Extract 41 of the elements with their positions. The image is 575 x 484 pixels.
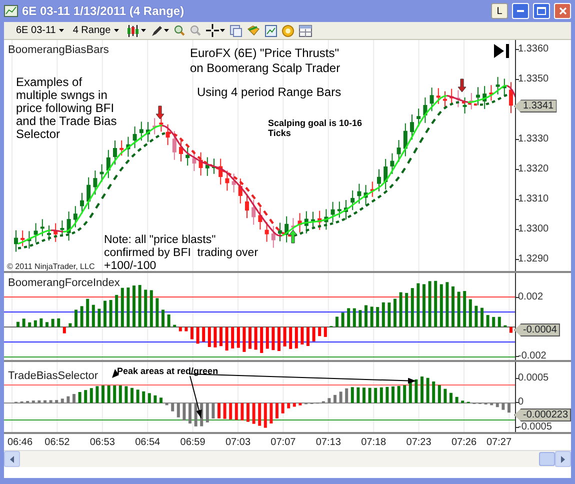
annotation-text: Examples of multiple swngs in price following BFI and the Trade Bias Selector xyxy=(16,76,118,141)
time-label: 06:46 xyxy=(6,436,34,450)
copyright-text: © 2011 NinjaTrader, LLC xyxy=(7,261,95,271)
time-label: 07:18 xyxy=(360,436,388,450)
instrument-dropdown[interactable]: 6E 03-11 xyxy=(14,23,66,38)
time-label: 07:13 xyxy=(314,436,342,450)
panel-title: BoomerangForceIndex xyxy=(8,276,120,291)
time-label: 07:07 xyxy=(270,436,297,450)
axis-label: 0.0005 xyxy=(518,372,549,386)
chart-subheading: Using 4 period Range Bars xyxy=(197,86,342,99)
axis-label: -0.002 xyxy=(518,350,546,364)
period-dropdown[interactable]: 4 Range xyxy=(70,23,121,38)
annotation-text: Note: all "price blasts" confirmed by BFI trading over +100/-100 xyxy=(104,234,260,271)
time-label: 06:52 xyxy=(44,436,71,450)
time-label: 06:53 xyxy=(88,436,116,450)
annotation-text: Scalping goal is 10-16 Ticks xyxy=(268,118,364,138)
axis-label: 1.3320 xyxy=(518,162,549,176)
window-title: 6E 03-11 1/13/2011 (4 Range) xyxy=(22,3,184,20)
time-label: 07:03 xyxy=(224,436,252,450)
time-label: 07:23 xyxy=(405,436,432,450)
axis-label: 1.3300 xyxy=(518,222,549,236)
layout-button[interactable]: L xyxy=(491,3,508,19)
time-label: 07:26 xyxy=(450,436,478,450)
axis-label: -0.0005 xyxy=(518,420,552,434)
value-tag: -0.0004 xyxy=(514,324,560,336)
time-label: 06:59 xyxy=(179,436,206,450)
axis-label: 1.3330 xyxy=(518,132,549,146)
panel-title: TradeBiasSelector xyxy=(8,369,98,384)
chart-heading: EuroFX (6E) "Price Thrusts" on Boomerang Scalp Trader xyxy=(190,46,340,76)
axis-label: 0 xyxy=(518,396,524,410)
time-label: 07:27 xyxy=(485,436,513,450)
value-tag: -0.000223 xyxy=(514,408,572,422)
value-tag: 1.3341 xyxy=(514,100,557,113)
panel-title: BoomerangBiasBars xyxy=(8,43,109,58)
axis-label: 0.002 xyxy=(518,290,544,304)
axis-label: 1.3310 xyxy=(518,192,549,206)
time-label: 06:54 xyxy=(134,436,162,450)
axis-label: 1.3290 xyxy=(518,252,549,266)
axis-label: 1.3360 xyxy=(518,42,549,56)
annotation-text: Peak areas at red/green xyxy=(117,365,218,378)
axis-label: 1.3350 xyxy=(518,72,549,86)
